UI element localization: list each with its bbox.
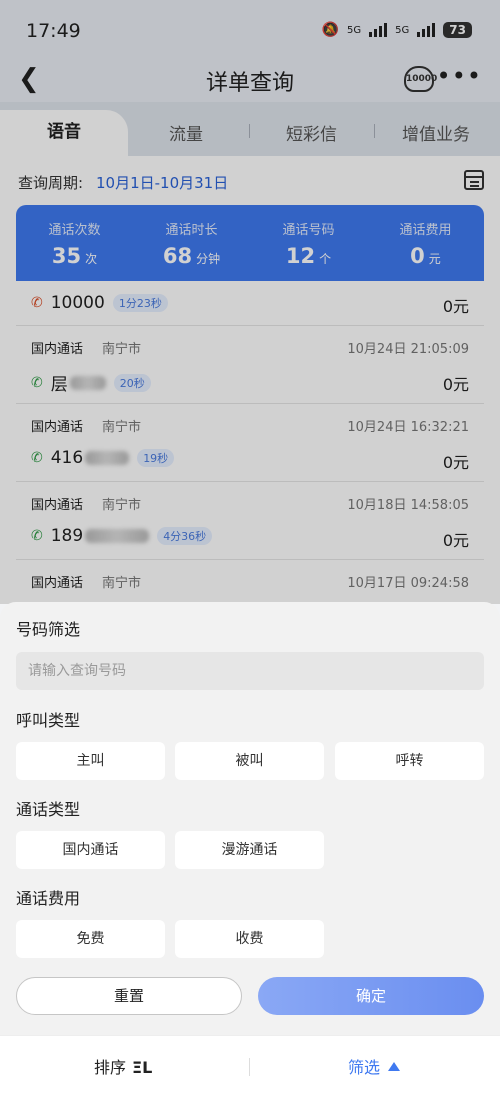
filter-button[interactable]: 筛选 [348,1054,401,1078]
call-type-title: 呼叫类型 [16,711,81,730]
filter-label: 筛选 [348,1058,381,1077]
number-search-input[interactable] [16,652,484,690]
chip-forwarded[interactable]: 呼转 [335,742,484,780]
number-filter-title: 号码筛选 [16,620,81,639]
filter-sheet: 号码筛选 呼叫类型 主叫 被叫 呼转 通话类型 国内通话 漫游通话 通话费用 免… [0,602,500,1035]
modal-overlay[interactable] [0,0,500,604]
footer-divider [249,1058,250,1076]
chip-charged[interactable]: 收费 [175,920,324,958]
chip-outgoing[interactable]: 主叫 [16,742,165,780]
fee-type-title: 通话费用 [16,889,81,908]
talk-type-title: 通话类型 [16,800,81,819]
chip-incoming[interactable]: 被叫 [175,742,324,780]
sort-button[interactable]: 排序 ΞL [94,1054,152,1078]
chip-free[interactable]: 免费 [16,920,165,958]
reset-button[interactable]: 重置 [16,977,242,1015]
chip-domestic[interactable]: 国内通话 [16,831,165,869]
caret-up-icon [388,1062,401,1071]
bottom-action-bar: 排序 ΞL 筛选 [0,1035,500,1097]
confirm-button[interactable]: 确定 [258,977,484,1015]
sort-label: 排序 [94,1058,127,1077]
sort-icon: ΞL [132,1058,153,1077]
chip-roaming[interactable]: 漫游通话 [175,831,324,869]
